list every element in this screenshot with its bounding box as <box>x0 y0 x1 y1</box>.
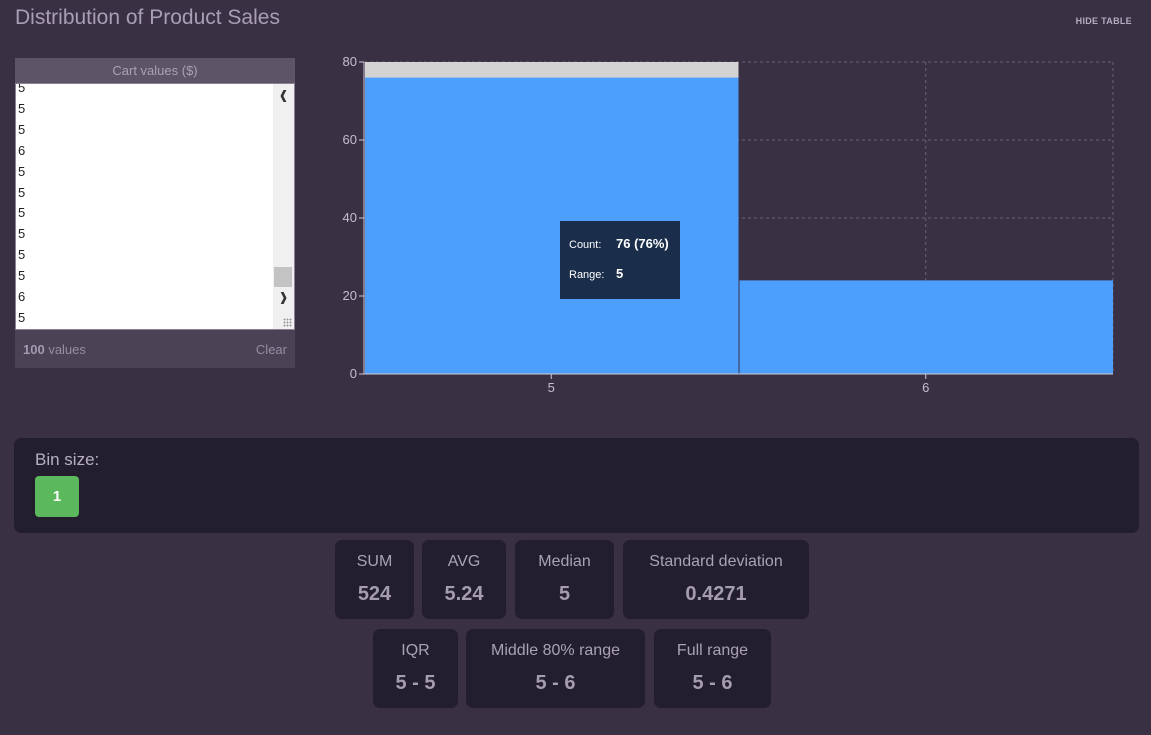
stat-iqr: IQR 5 - 5 <box>373 629 458 708</box>
value-row: 5 <box>18 100 26 116</box>
tooltip-count-label: Count: <box>569 239 602 251</box>
stat-middle80: Middle 80% range 5 - 6 <box>466 629 645 708</box>
stat-median: Median 5 <box>515 540 614 619</box>
stat-avg-label: AVG <box>447 553 481 570</box>
stat-std-label: Standard deviation <box>649 553 783 570</box>
value-row: 5 <box>18 121 26 137</box>
values-textarea[interactable]: 5 5 5 6 5 5 5 5 5 5 6 5 ❰ ❱ <box>15 83 295 330</box>
stat-avg-value: 5.24 <box>444 583 484 605</box>
stat-middle80-label: Middle 80% range <box>491 642 620 659</box>
scroll-thumb[interactable] <box>274 267 292 287</box>
value-row: 5 <box>18 163 26 179</box>
x-tick-label: 6 <box>922 380 929 395</box>
resize-grip-icon[interactable] <box>283 318 292 327</box>
value-row: 5 <box>18 205 26 221</box>
values-footer: 100 values Clear <box>15 330 295 368</box>
stat-median-label: Median <box>538 553 591 570</box>
stat-full-range-label: Full range <box>676 642 749 659</box>
values-list: 5 5 5 6 5 5 5 5 5 5 6 5 <box>18 83 26 329</box>
y-tick-label: 40 <box>343 210 357 225</box>
clear-button[interactable]: Clear <box>256 342 287 357</box>
stat-full-range-value: 5 - 6 <box>692 672 733 694</box>
stat-std: Standard deviation 0.4271 <box>623 540 809 619</box>
bin-size-button[interactable]: 1 <box>35 476 79 517</box>
value-row: 5 <box>18 247 26 263</box>
value-row: 5 <box>18 268 26 284</box>
stat-median-value: 5 <box>558 583 571 605</box>
stat-std-value: 0.4271 <box>685 583 747 605</box>
stat-sum: SUM 524 <box>335 540 414 619</box>
value-row: 5 <box>18 83 26 95</box>
stat-sum-label: SUM <box>356 553 393 570</box>
stat-middle80-value: 5 - 6 <box>535 672 576 694</box>
bin-size-label: Bin size: <box>35 450 100 469</box>
value-row: 5 <box>18 184 26 200</box>
y-tick-label: 80 <box>343 54 357 69</box>
stat-iqr-value: 5 - 5 <box>395 672 436 694</box>
stat-sum-value: 524 <box>357 583 392 605</box>
values-panel: Cart values ($) 5 5 5 6 5 5 5 5 5 5 6 5 ❰ ❱ 100 val… <box>15 58 295 368</box>
y-tick-label: 20 <box>343 288 357 303</box>
values-scrollbar[interactable]: ❰ ❱ <box>273 84 294 329</box>
value-row: 6 <box>18 142 26 158</box>
hide-table-button[interactable]: HIDE TABLE <box>1076 16 1132 26</box>
value-row: 6 <box>18 289 26 305</box>
tooltip-range-value: 5 <box>616 266 624 281</box>
page-title: Distribution of Product Sales <box>15 6 280 29</box>
values-header: Cart values ($) <box>15 58 295 83</box>
stat-full-range: Full range 5 - 6 <box>654 629 771 708</box>
chevron-down-icon[interactable]: ❱ <box>276 290 291 305</box>
bar-6[interactable] <box>739 280 1114 374</box>
y-tick-label: 60 <box>343 132 357 147</box>
tooltip-range-label: Range: <box>569 269 605 281</box>
bin-size-panel: Bin size: 1 <box>14 438 1139 533</box>
stat-iqr-label: IQR <box>401 642 430 659</box>
bar-5[interactable] <box>365 77 739 374</box>
y-tick-label: 0 <box>350 366 357 381</box>
histogram-chart: 0 20 40 60 80 5 6 <box>343 54 1114 395</box>
value-row: 5 <box>18 226 26 242</box>
values-count: 100 values <box>23 341 86 357</box>
chevron-up-icon[interactable]: ❰ <box>276 88 291 103</box>
chart-tooltip: Count: 76 (76%) Range: 5 <box>560 221 680 299</box>
x-tick-label: 5 <box>548 380 555 395</box>
tooltip-count-value: 76 (76%) <box>616 236 669 251</box>
value-row: 5 <box>18 309 26 325</box>
stat-avg: AVG 5.24 <box>422 540 506 619</box>
